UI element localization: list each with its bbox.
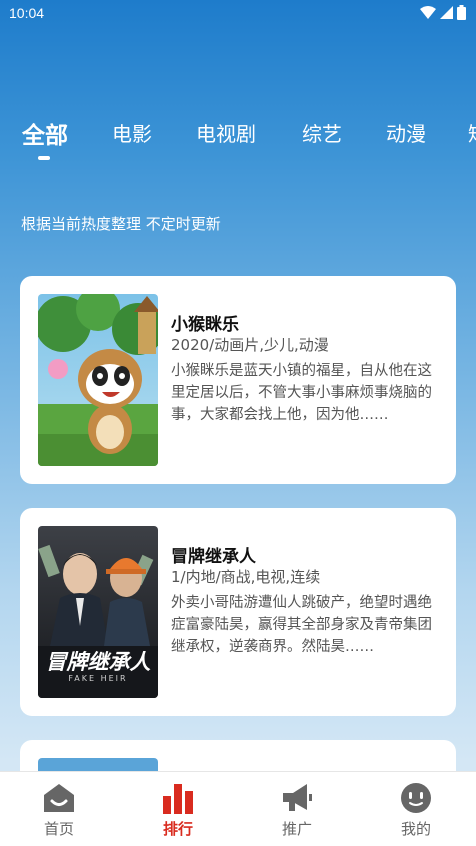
nav-label-ranking: 排行 xyxy=(162,820,193,838)
cell-signal-icon xyxy=(440,6,453,19)
item-title: 冒牌继承人 xyxy=(171,547,256,567)
tab-tv-series[interactable]: 电视剧 xyxy=(196,118,256,147)
wifi-icon xyxy=(420,5,436,19)
poster-subtitle-text: FAKE HEIR xyxy=(68,674,128,683)
list-item[interactable]: 小猴眯乐 2020/动画片,少儿,动漫 小猴眯乐是蓝天小镇的福星，自从他在这里定… xyxy=(20,276,456,484)
item-description: 外卖小哥陆游遭仙人跳破产，绝望时遇绝症富豪陆昊，赢得其全部身家及青帝集团继承权，… xyxy=(171,595,432,655)
tab-all[interactable]: 全部 xyxy=(22,116,68,150)
category-tabs: 全部 电影 电视剧 综艺 动漫 短 xyxy=(0,112,476,162)
tab-variety[interactable]: 综艺 xyxy=(302,118,342,147)
status-bar: 10:04 xyxy=(0,0,476,26)
item-description: 小猴眯乐是蓝天小镇的福星，自从他在这里定居以后，不管大事小事麻烦事烧脑的事，大家… xyxy=(171,363,432,423)
nav-label-home: 首页 xyxy=(43,820,74,838)
poster-title-text: 冒牌继承人 xyxy=(45,650,151,674)
tab-short[interactable]: 短 xyxy=(468,118,476,147)
poster-image: 冒牌继承人 FAKE HEIR xyxy=(38,526,158,698)
nav-label-promote: 推广 xyxy=(281,820,312,838)
ranking-icon xyxy=(163,784,193,814)
profile-icon xyxy=(401,783,431,813)
tab-anime[interactable]: 动漫 xyxy=(386,118,426,147)
nav-ranking[interactable]: 排行 xyxy=(138,772,218,846)
list-item[interactable]: 冒牌继承人 FAKE HEIR 冒牌继承人 1/内地/商战,电视,连续 外卖小哥… xyxy=(20,508,456,716)
tab-movie[interactable]: 电影 xyxy=(112,118,152,147)
nav-label-profile: 我的 xyxy=(400,820,431,838)
poster-image xyxy=(38,294,158,466)
item-meta: 2020/动画片,少儿,动漫 xyxy=(171,336,329,354)
list-subtitle: 根据当前热度整理 不定时更新 xyxy=(21,215,221,233)
home-icon xyxy=(44,784,74,812)
item-meta: 1/内地/商战,电视,连续 xyxy=(171,568,321,586)
status-time: 10:04 xyxy=(9,5,45,21)
nav-home[interactable]: 首页 xyxy=(19,772,99,846)
megaphone-icon xyxy=(283,784,312,811)
nav-profile[interactable]: 我的 xyxy=(376,772,456,846)
bottom-nav: 首页 排行 推广 我的 xyxy=(0,771,476,846)
active-tab-indicator xyxy=(38,156,50,160)
battery-icon xyxy=(457,5,466,20)
nav-promote[interactable]: 推广 xyxy=(257,772,337,846)
status-icons xyxy=(420,5,466,20)
item-title: 小猴眯乐 xyxy=(171,315,239,335)
